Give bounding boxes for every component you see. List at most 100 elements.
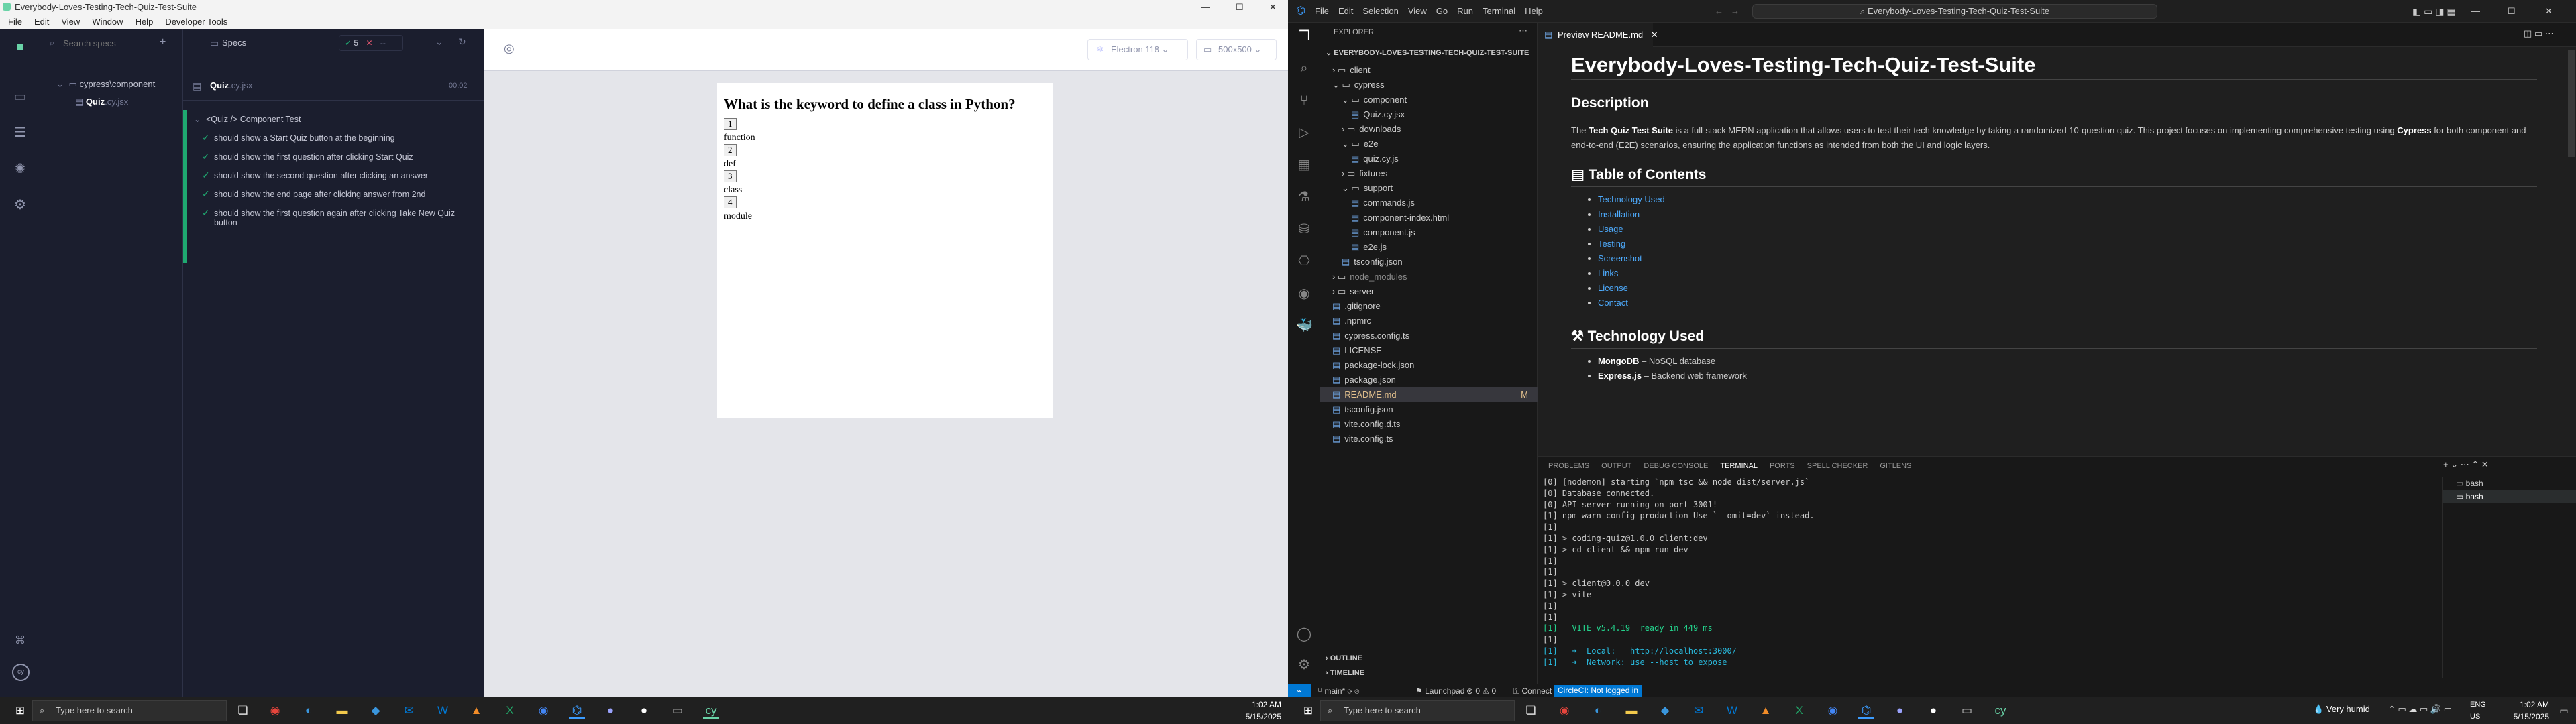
command-center[interactable]: ⌕ Everybody-Loves-Testing-Tech-Quiz-Test… <box>1752 4 2157 19</box>
timeline-section[interactable]: › TIMELINE <box>1326 669 1364 677</box>
outline-section[interactable]: › OUTLINE <box>1326 654 1362 662</box>
outlook-icon[interactable]: ✉ <box>401 703 417 719</box>
panel-actions-icons[interactable]: + ⌄ ⋯ ⌃ ✕ <box>2443 459 2489 470</box>
manage-gear-icon[interactable]: ⚙ <box>1296 657 1312 673</box>
test-row[interactable]: ✓ should show the first question after cl… <box>202 152 484 170</box>
connect-item[interactable]: ⚿ Connect <box>1513 684 1552 698</box>
menu-edit[interactable]: Edit <box>1338 6 1353 16</box>
chrome-icon[interactable]: ◉ <box>1825 703 1841 719</box>
edge-icon[interactable]: ◐ <box>1590 703 1606 719</box>
word-icon[interactable]: W <box>435 703 451 719</box>
extensions-icon[interactable]: ▦ <box>1296 157 1312 173</box>
rerun-icon[interactable]: ↻ <box>458 36 466 48</box>
answer-button[interactable]: 3 <box>724 170 737 182</box>
menu-view[interactable]: View <box>1408 6 1427 16</box>
tab-debug-console[interactable]: DEBUG CONSOLE <box>1644 462 1708 470</box>
app-icon[interactable]: ● <box>1892 703 1908 719</box>
tab-ports[interactable]: PORTS <box>1770 462 1795 470</box>
system-tray-icons[interactable]: ⌃ ▭ ☁ ▭ 🔊 ▭ <box>2388 704 2452 715</box>
tab-readme-preview[interactable]: ▤ Preview README.md ✕ <box>1538 23 1658 47</box>
cypress-taskbar-icon[interactable]: cy <box>703 703 719 719</box>
menu-help[interactable]: Help <box>136 17 154 27</box>
tree-folder[interactable]: ⌄ ▭ e2e <box>1320 137 1538 152</box>
close-icon[interactable]: ✕ <box>2545 0 2553 23</box>
tree-folder[interactable]: › ▭ node_modules <box>1320 269 1538 284</box>
specs-panel-icon[interactable]: ▭ <box>210 38 219 49</box>
gitlens-icon[interactable]: ◉ <box>1296 286 1312 302</box>
shortcuts-icon[interactable]: ⌘ <box>12 633 28 649</box>
outlook-icon[interactable]: ✉ <box>1690 703 1707 719</box>
task-view-icon[interactable]: ❏ <box>235 703 251 719</box>
edge-icon[interactable]: ◐ <box>301 703 317 719</box>
docker-icon[interactable]: 🐳 <box>1296 318 1313 334</box>
layout-icons[interactable]: ◧ ▭ ◨ ▦ <box>2412 0 2456 23</box>
menu-file[interactable]: File <box>1315 6 1329 16</box>
chrome-icon[interactable]: ◉ <box>1556 703 1572 719</box>
answer-button[interactable]: 1 <box>724 118 737 130</box>
testing-icon[interactable]: ⚗ <box>1296 189 1312 205</box>
toc-link[interactable]: License <box>1598 283 1628 293</box>
answer-button[interactable]: 2 <box>724 144 737 156</box>
viewport-selector[interactable]: ▭ 500x500 ⌄ <box>1196 39 1277 60</box>
more-actions-icon[interactable]: ⋯ <box>1519 25 1527 36</box>
menu-run[interactable]: Run <box>1457 6 1473 16</box>
taskbar-clock[interactable]: 1:02 AM 5/15/2025 <box>1221 699 1281 723</box>
menu-file[interactable]: File <box>8 17 22 27</box>
spec-search-input[interactable] <box>63 36 157 50</box>
tree-file[interactable]: ▤ Quiz.cy.jsx <box>1320 107 1538 122</box>
menu-edit[interactable]: Edit <box>34 17 49 27</box>
terminal-item[interactable]: ▭ bash <box>2443 490 2576 503</box>
run-debug-icon[interactable]: ▷ <box>1296 125 1312 141</box>
close-icon[interactable]: ✕ <box>1269 0 1277 15</box>
vscode-taskbar-icon[interactable]: ⌬ <box>1858 703 1874 719</box>
notification-icon[interactable]: ▭ <box>2556 703 2572 719</box>
cypress-taskbar-icon[interactable]: cy <box>1992 703 2008 719</box>
add-spec-icon[interactable]: + <box>160 36 166 48</box>
maximize-icon[interactable]: ☐ <box>1236 0 1244 15</box>
cypress-logo-icon[interactable]: ■ <box>12 39 28 55</box>
tree-folder[interactable]: ⌄ ▭ cypress <box>1320 78 1538 93</box>
search-icon[interactable]: ⌕ <box>1296 60 1312 76</box>
cypress-cy-icon[interactable]: cy <box>12 664 30 681</box>
task-view-icon[interactable]: ❏ <box>1523 703 1539 719</box>
app-icon[interactable]: ▲ <box>1758 703 1774 719</box>
minimize-icon[interactable]: — <box>1201 0 1210 15</box>
terminal-item[interactable]: ▭ bash <box>2443 477 2576 490</box>
database-icon[interactable]: ⛁ <box>1296 221 1312 237</box>
problems-indicator[interactable]: ⊗ 0 ⚠ 0 <box>1466 684 1496 698</box>
menu-developer-tools[interactable]: Developer Tools <box>165 17 227 27</box>
tab-gitlens[interactable]: GITLENS <box>1880 462 1911 470</box>
folder-row[interactable]: ⌄ ▭ cypress\component <box>56 79 155 90</box>
menu-go[interactable]: Go <box>1436 6 1448 16</box>
taskbar-search[interactable]: ⌕ Type here to search <box>1320 700 1515 721</box>
tree-file[interactable]: ▤ component.js <box>1320 225 1538 240</box>
selector-playground-icon[interactable]: ◎ <box>504 42 515 56</box>
remote-icon[interactable]: ⎔ <box>1296 253 1312 269</box>
app-icon[interactable]: ◆ <box>368 703 384 719</box>
settings-nav-icon[interactable]: ⚙ <box>12 197 28 213</box>
file-explorer-icon[interactable]: ▬ <box>1623 703 1640 719</box>
editor-scrollbar[interactable] <box>2568 50 2575 157</box>
tree-folder[interactable]: ⌄ ▭ support <box>1320 181 1538 196</box>
tree-file[interactable]: ▤ component-index.html <box>1320 210 1538 225</box>
test-row[interactable]: ✓ should show a Start Quiz button at the … <box>202 133 484 152</box>
toc-link[interactable]: Contact <box>1598 298 1628 308</box>
branch-indicator[interactable]: ⑂ main* ⟳ ⊘ <box>1318 684 1359 698</box>
tab-spell-checker[interactable]: SPELL CHECKER <box>1807 462 1868 470</box>
tree-file[interactable]: ▤ vite.config.ts <box>1320 432 1538 446</box>
test-row[interactable]: ✓ should show the first question again af… <box>202 208 470 235</box>
terminal-output[interactable]: [0] [nodemon] starting `npm tsc && node … <box>1543 477 2482 678</box>
project-header[interactable]: ⌄ EVERYBODY-LOVES-TESTING-TECH-QUIZ-TEST… <box>1326 48 1529 57</box>
runs-nav-icon[interactable]: ☰ <box>12 125 28 141</box>
chrome-icon[interactable]: ◉ <box>535 703 551 719</box>
github-icon[interactable]: ● <box>636 703 652 719</box>
maximize-icon[interactable]: ☐ <box>2508 0 2516 23</box>
tree-file[interactable]: ▤ vite.config.d.ts <box>1320 417 1538 432</box>
back-arrow-icon[interactable]: ← <box>1715 0 1723 23</box>
language-indicator[interactable]: ENG US <box>2470 699 2486 723</box>
app-icon[interactable]: ● <box>602 703 619 719</box>
account-icon[interactable]: ◯ <box>1296 626 1312 642</box>
taskbar-clock[interactable]: 1:02 AM 5/15/2025 <box>2496 699 2549 723</box>
chevron-down-icon[interactable]: ⌄ <box>435 36 443 48</box>
menu-selection[interactable]: Selection <box>1362 6 1398 16</box>
